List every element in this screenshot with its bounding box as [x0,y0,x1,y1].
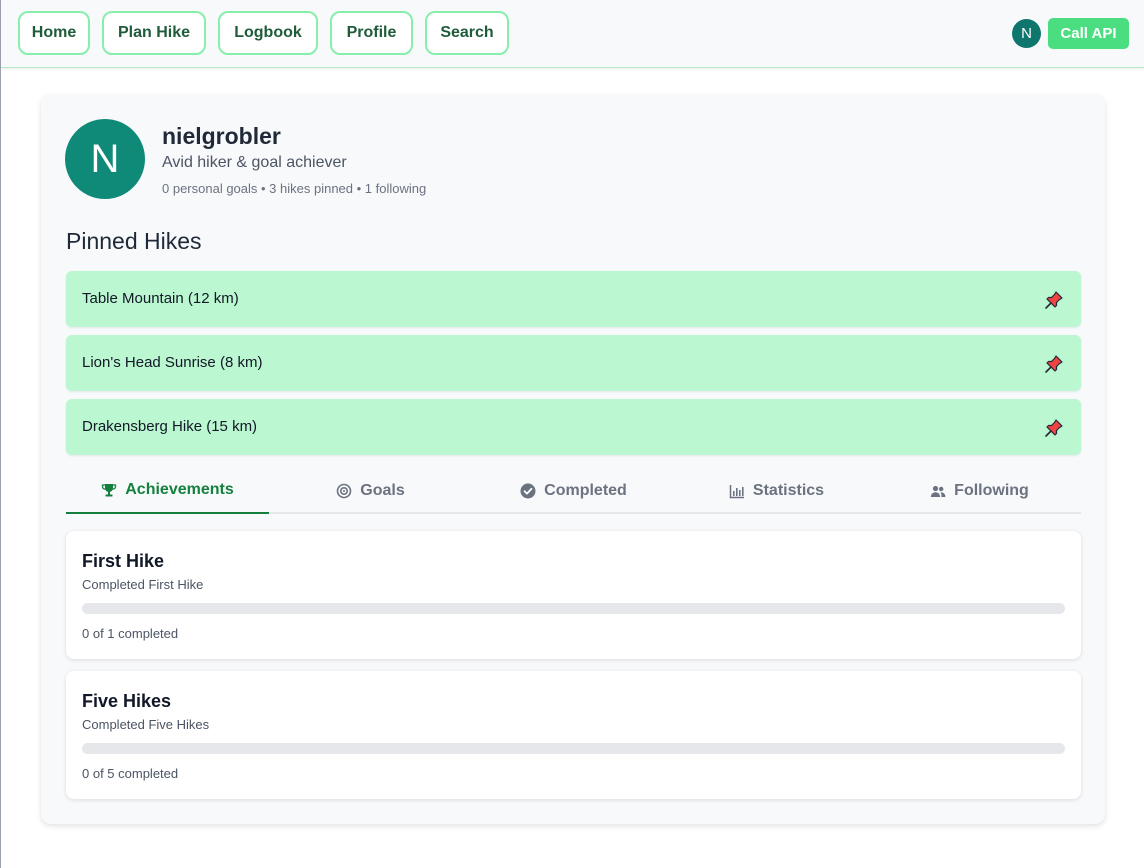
tab-goals[interactable]: Goals [269,467,472,514]
user-avatar[interactable]: N [1012,19,1041,48]
pinned-hike-item[interactable]: Lion's Head Sunrise (8 km) [66,335,1081,391]
achievement-card: First Hike Completed First Hike 0 of 1 c… [66,531,1081,659]
tab-label: Goals [360,481,405,499]
achievement-title: First Hike [82,551,165,571]
profile-avatar: N [65,119,145,199]
trophy-icon [102,483,117,496]
achievement-description: Completed First Hike [82,577,204,592]
tab-label: Achievements [125,480,234,498]
pinned-hike-label: Lion's Head Sunrise (8 km) [82,354,263,371]
tab-label: Following [954,481,1029,499]
achievement-description: Completed Five Hikes [82,717,210,732]
pinned-hike-item[interactable]: Drakensberg Hike (15 km) [66,399,1081,455]
achievement-progress-bar [82,743,1065,754]
achievement-progress-text: 0 of 1 completed [82,626,179,641]
profile-bio: Avid hiker & goal achiever [162,154,347,171]
profile-tabs: Achievements Goals Completed Statistics … [66,467,1081,514]
pinned-hike-label: Drakensberg Hike (15 km) [82,418,258,435]
pushpin-icon[interactable] [1044,354,1064,374]
nav-plan-hike-button[interactable]: Plan Hike [102,11,206,55]
call-api-button[interactable]: Call API [1048,18,1129,49]
check-circle-icon [520,483,536,498]
nav-logbook-button[interactable]: Logbook [218,11,318,55]
tab-following[interactable]: Following [878,467,1081,514]
tab-label: Statistics [752,481,825,499]
profile-card: N nielgrobler Avid hiker & goal achiever… [41,95,1105,824]
bar-chart-icon [729,484,744,498]
achievement-card: Five Hikes Completed Five Hikes 0 of 5 c… [66,671,1081,799]
pinned-hikes-heading: Pinned Hikes [66,228,202,254]
tab-statistics[interactable]: Statistics [675,467,878,514]
tab-completed[interactable]: Completed [472,467,675,514]
pinned-hike-item[interactable]: Table Mountain (12 km) [66,271,1081,327]
nav-search-button[interactable]: Search [425,11,509,55]
tab-achievements[interactable]: Achievements [66,467,269,514]
pushpin-icon[interactable] [1044,418,1064,438]
nav-profile-button[interactable]: Profile [330,11,413,55]
achievement-progress-text: 0 of 5 completed [82,766,179,781]
achievement-title: Five Hikes [82,691,172,711]
achievement-progress-bar [82,603,1065,614]
nav-home-button[interactable]: Home [18,11,90,55]
profile-stats: 0 personal goals • 3 hikes pinned • 1 fo… [162,181,427,196]
tab-label: Completed [544,481,627,499]
pushpin-icon[interactable] [1044,290,1064,310]
users-icon [930,485,946,497]
target-icon [336,483,352,498]
pinned-hike-label: Table Mountain (12 km) [82,290,239,307]
profile-username: nielgrobler [162,123,281,149]
top-navbar: Home Plan Hike Logbook Profile Search N … [1,0,1144,68]
